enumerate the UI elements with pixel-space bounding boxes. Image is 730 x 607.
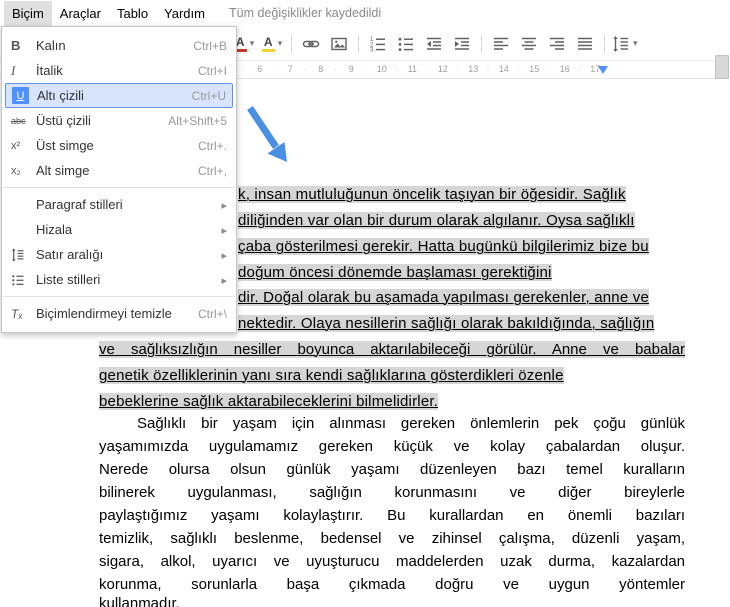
bulleted-list-icon [398,37,413,51]
ruler-number: 13 [456,61,489,78]
menu-item-alti-cizili[interactable]: U Altı çizili Ctrl+U [5,83,233,108]
document-line[interactable]: diliğinden var olan bir durum olarak alg… [238,211,635,231]
menubar: Biçim Araçlar Tablo Yardım Tüm değişikli… [0,0,730,26]
toolbar-separator [358,34,359,53]
highlight-color-button[interactable]: A [260,32,284,56]
submenu-arrow-icon [221,272,227,287]
decrease-indent-icon [427,37,441,50]
ruler-number: 7 [273,61,306,78]
document-line[interactable]: nektedir. Olaya nesillerin sağlığı olara… [238,314,655,334]
superscript-icon: x² [11,139,21,152]
ruler-number: 12 [426,61,459,78]
menubar-item-yardim[interactable]: Yardım [156,1,213,26]
submenu-arrow-icon [221,197,227,212]
document-line[interactable]: ve sağlıksızlığın nesiller boyunca aktar… [99,340,685,360]
menu-item-ustu-cizili[interactable]: abc Üstü çizili Alt+Shift+5 [2,108,236,133]
ruler-number: 6 [243,61,276,78]
ruler-number: 16 [548,61,581,78]
numbered-list-button[interactable]: 1 2 3 [366,32,390,56]
toolbar-separator [604,34,605,53]
menu-item-kalin[interactable]: B Kalın Ctrl+B [2,33,236,58]
line-spacing-icon [613,35,628,52]
align-center-icon [522,37,536,50]
ruler-number: 14 [487,61,520,78]
annotation-arrow [247,106,287,162]
scrollbar-thumb[interactable] [715,55,729,79]
align-center-button[interactable] [517,32,541,56]
menu-item-hizala[interactable]: Hizala [2,217,236,242]
insert-link-button[interactable] [299,32,323,56]
menu-item-alt-simge[interactable]: x₂ Alt simge Ctrl+, [2,158,236,183]
align-left-icon [494,37,508,50]
list-styles-icon [12,274,24,286]
numbered-list-icon: 1 2 3 [370,37,385,53]
line-spacing-button[interactable] [612,32,638,56]
image-icon [331,37,347,50]
menu-item-italik[interactable]: I İtalik Ctrl+I [2,58,236,83]
bold-icon: B [11,38,21,53]
menu-separator [3,296,235,297]
menu-item-satir-araligi[interactable]: Satır aralığı [2,242,236,267]
align-right-button[interactable] [545,32,569,56]
document-line[interactable]: k, insan mutluluğunun öncelik taşıyan bi… [238,185,626,205]
document-line[interactable]: paylaştığımız yaşamı kolaylaştırır. Bu k… [99,506,685,526]
menu-item-bicimlendirmeyi-temizle[interactable]: Tₓ Biçimlendirmeyi temizle Ctrl+\ [2,301,236,326]
ruler-number: 9 [334,61,367,78]
ruler-number: 11 [395,61,428,78]
document-line[interactable]: Sağlıklı bir yaşam için alınması gereken… [99,414,685,434]
link-icon [302,40,320,47]
toolbar-separator [481,34,482,53]
google-docs-window: Biçim Araçlar Tablo Yardım Tüm değişikli… [0,0,730,607]
toolbar-separator [291,34,292,53]
format-menu: B Kalın Ctrl+B I İtalik Ctrl+I U Altı çi… [1,26,237,333]
decrease-indent-button[interactable] [422,32,446,56]
menubar-item-bicim[interactable]: Biçim [4,0,52,26]
subscript-icon: x₂ [11,164,21,177]
menu-item-ust-simge[interactable]: x² Üst simge Ctrl+. [2,133,236,158]
italic-icon: I [11,62,16,78]
ruler-number: 10 [365,61,398,78]
document-line[interactable]: sigara, alkol, uyarıcı ve uyuşturucu mad… [99,552,685,572]
document-line[interactable]: kullanmadır. [99,594,685,607]
menu-separator [3,187,235,188]
insert-image-button[interactable] [327,32,351,56]
submenu-arrow-icon [221,247,227,262]
increase-indent-icon [455,37,469,50]
align-justify-icon [578,37,592,50]
increase-indent-button[interactable] [450,32,474,56]
ruler-number: 15 [517,61,550,78]
document-line[interactable]: yaşamımızda uygulamamız gereken küçük ve… [99,437,685,457]
submenu-arrow-icon [221,222,227,237]
underline-icon: U [12,87,29,104]
svg-text:3: 3 [370,47,374,52]
document-line[interactable]: çaba gösterilmesi gerekir. Hatta bugünkü… [238,237,649,257]
document-line[interactable]: bebeklerine sağlık aktarabileceklerini b… [99,392,439,412]
document-line[interactable]: dir. Doğal olarak bu aşamada yapılması g… [238,288,650,308]
clear-formatting-icon: Tₓ [11,306,23,321]
bulleted-list-button[interactable] [394,32,418,56]
ruler-number: 8 [304,61,337,78]
menubar-item-araclar[interactable]: Araçlar [52,1,109,26]
align-justify-button[interactable] [573,32,597,56]
save-status: Tüm değişiklikler kaydedildi [228,6,382,20]
line-spacing-icon [11,247,24,262]
menu-item-liste-stilleri[interactable]: Liste stilleri [2,267,236,292]
document-line[interactable]: bilinerek uygulanması, sağlığın korunmas… [99,483,685,503]
align-left-button[interactable] [489,32,513,56]
strikethrough-icon: abc [11,115,26,126]
menubar-item-tablo[interactable]: Tablo [109,1,156,26]
document-line[interactable]: temizlik, sağlıklı beslenme, bedensel ve… [99,529,685,549]
document-line[interactable]: korunma, sorunlarla başa çıkmada doğru v… [99,575,685,595]
align-right-icon [550,37,564,50]
document-line[interactable]: genetik özelliklerinin yanı sıra kendi s… [99,366,564,386]
right-indent-marker[interactable] [598,66,608,74]
document-line[interactable]: doğum öncesi dönemde başlaması gerektiği… [238,263,552,283]
highlight-color-icon: A [261,36,275,52]
menu-item-paragraf-stilleri[interactable]: Paragraf stilleri [2,192,236,217]
document-line[interactable]: Nerede olursa olsun günlük yaşamı düzenl… [99,460,685,480]
